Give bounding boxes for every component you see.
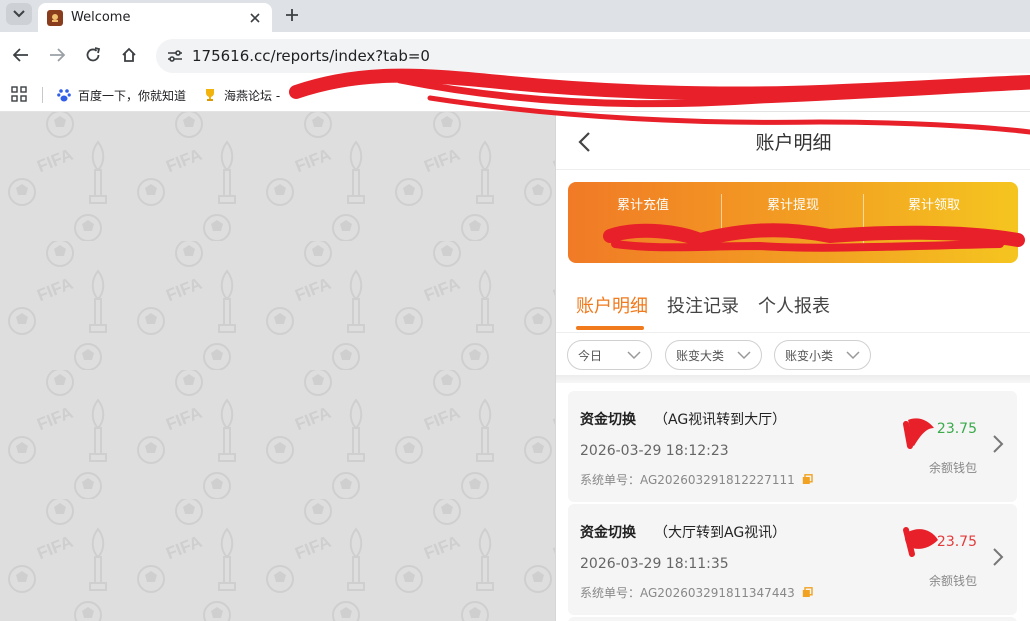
redaction-scribbles xyxy=(289,68,1030,557)
